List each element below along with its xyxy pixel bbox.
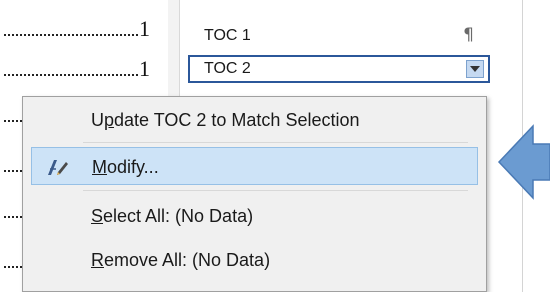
style-label: TOC 2 — [204, 60, 251, 77]
pointer-arrow-icon — [497, 124, 550, 200]
menu-item-label: Modify... — [92, 157, 159, 177]
style-item-toc1[interactable]: TOC 1 ¶ — [188, 22, 490, 50]
dropdown-arrow-icon[interactable] — [466, 60, 484, 78]
menu-item-label: Update TOC 2 to Match Selection — [91, 110, 360, 130]
menu-item-update-to-match[interactable]: Update TOC 2 to Match Selection — [31, 101, 478, 139]
menu-item-select-all[interactable]: Select All: (No Data) — [31, 197, 478, 235]
menu-item-label: Remove All: (No Data) — [91, 250, 271, 270]
style-context-menu: Update TOC 2 to Match Selection Modify..… — [22, 96, 487, 292]
toc-entry-line[interactable]: 1 — [0, 54, 168, 82]
menu-item-label: Select All: (No Data) — [91, 206, 254, 226]
style-label: TOC 1 — [204, 27, 251, 44]
toc-entry-line[interactable]: 1 — [0, 14, 168, 42]
menu-separator — [83, 190, 468, 191]
toc-page-number: 1 — [139, 16, 150, 41]
paragraph-mark-icon: ¶ — [463, 25, 474, 45]
toc-page-number: 1 — [139, 56, 150, 81]
style-item-toc2[interactable]: TOC 2 — [188, 55, 490, 83]
menu-item-modify[interactable]: Modify... — [31, 147, 478, 185]
modify-style-icon — [48, 160, 68, 175]
menu-separator — [83, 142, 468, 143]
dot-leader — [4, 74, 138, 76]
menu-item-remove-all[interactable]: Remove All: (No Data) — [31, 241, 478, 279]
dot-leader — [4, 34, 138, 36]
chevron-down-icon — [470, 66, 480, 72]
